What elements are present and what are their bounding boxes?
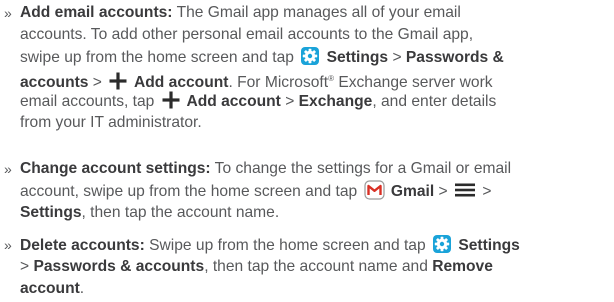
bold-term: Change account settings: xyxy=(20,160,211,177)
bold-term: Settings xyxy=(20,204,82,221)
bold-term: Remove xyxy=(432,258,493,275)
instruction-text: Delete accounts: Swipe up from the home … xyxy=(20,234,612,300)
bold-term: Add email accounts: xyxy=(20,4,173,21)
text-line: Delete accounts: Swipe up from the home … xyxy=(20,234,612,256)
body-text: account, swipe up from the home screen a… xyxy=(20,183,362,200)
text-line: email accounts, tap Add account > Exchan… xyxy=(20,90,612,112)
body-text: email accounts, tap xyxy=(20,93,159,110)
body-text: > xyxy=(388,49,406,66)
instruction-add-email-accounts: » Add email accounts: The Gmail app manag… xyxy=(4,2,612,134)
body-text: Exchange server work xyxy=(333,74,493,91)
body-text: , and enter details xyxy=(372,93,497,110)
bold-term: Add account xyxy=(130,74,229,91)
bold-term: Passwords & xyxy=(405,49,504,66)
instruction-text: Add email accounts: The Gmail app manage… xyxy=(20,2,612,134)
body-text: , then tap the account name. xyxy=(81,204,280,221)
bold-term: Add account xyxy=(182,93,281,110)
bold-term: Passwords & accounts xyxy=(33,258,205,275)
text-line: Settings, then tap the account name. xyxy=(20,202,612,224)
bold-term: accounts xyxy=(20,74,89,91)
instruction-delete-accounts: » Delete accounts: Swipe up from the home… xyxy=(4,234,612,300)
text-line: accounts. To add other personal email ac… xyxy=(20,24,612,46)
bold-term: account xyxy=(20,280,80,297)
body-text: > xyxy=(434,183,452,200)
text-line: account. xyxy=(20,278,612,300)
text-line: from your IT administrator. xyxy=(20,112,612,134)
text-line: Change account settings: To change the s… xyxy=(20,158,612,180)
body-text: from your IT administrator. xyxy=(20,114,202,131)
body-text: > xyxy=(88,74,107,91)
text-line: swipe up from the home screen and tap Se… xyxy=(20,46,612,68)
instruction-change-account-settings: » Change account settings: To change the … xyxy=(4,158,612,224)
body-text: > xyxy=(280,93,299,110)
bold-term: Gmail xyxy=(386,183,435,200)
body-text: Swipe up from the home screen and tap xyxy=(144,237,430,254)
bullet-marker: » xyxy=(4,161,12,177)
text-line: Add email accounts: The Gmail app manage… xyxy=(20,2,612,24)
bullet-marker: » xyxy=(4,5,12,21)
body-text: accounts. To add other personal email ac… xyxy=(20,26,474,43)
bold-term: Settings xyxy=(322,49,389,66)
instruction-text: Change account settings: To change the s… xyxy=(20,158,612,224)
body-text: The Gmail app manages all of your email xyxy=(172,4,461,21)
body-text: . xyxy=(79,280,85,297)
body-text: swipe up from the home screen and tap xyxy=(20,49,299,66)
body-text: . For Microsoft xyxy=(228,74,329,91)
bold-term: Delete accounts: xyxy=(20,237,145,254)
bold-term: Exchange xyxy=(298,93,373,110)
body-text: , then tap the account name and xyxy=(204,258,433,275)
menu-icon xyxy=(454,180,476,207)
bold-term: Settings xyxy=(453,237,520,254)
text-line: accounts > Add account. For Microsoft® E… xyxy=(20,68,612,91)
bullet-marker: » xyxy=(4,237,12,253)
text-line: > Passwords & accounts, then tap the acc… xyxy=(20,256,612,278)
gmail-icon xyxy=(363,180,385,207)
body-text: > xyxy=(477,183,492,200)
body-text: > xyxy=(20,258,34,275)
text-line: account, swipe up from the home screen a… xyxy=(20,180,612,202)
body-text: To change the settings for a Gmail or em… xyxy=(210,160,512,177)
